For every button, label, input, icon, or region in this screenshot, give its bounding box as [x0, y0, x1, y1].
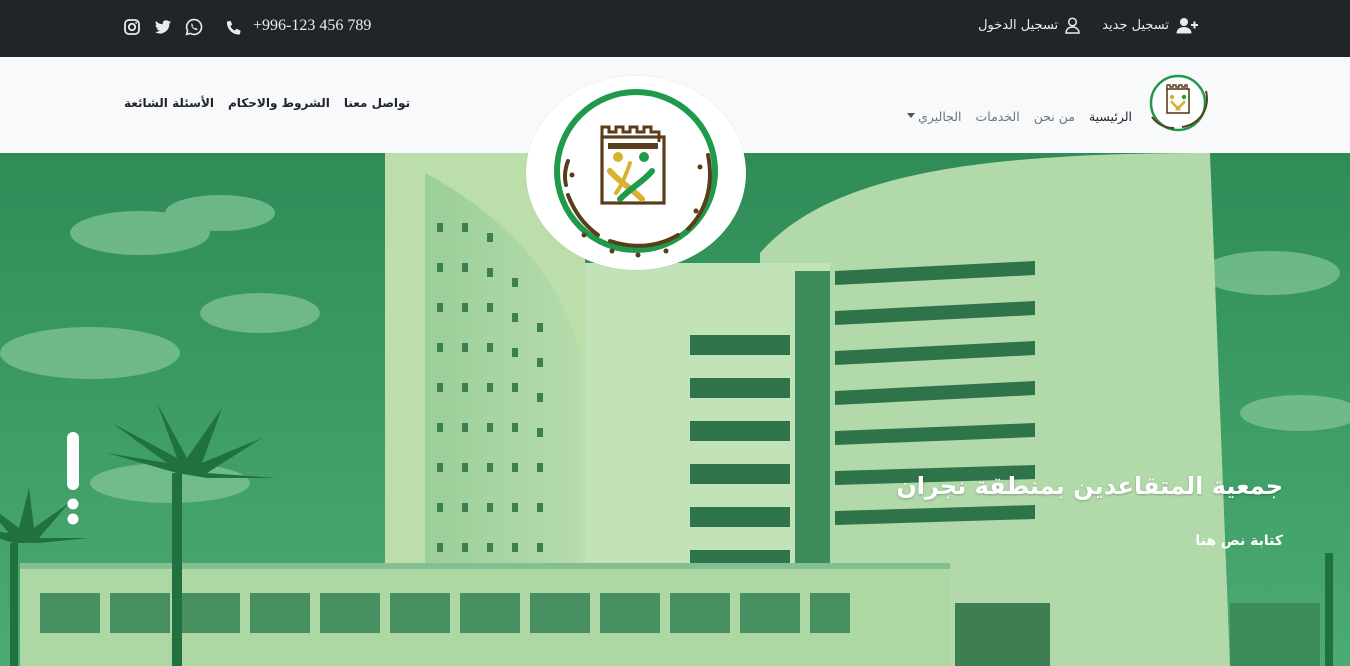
- whatsapp-icon[interactable]: [185, 18, 203, 36]
- user-plus-icon: [1176, 18, 1198, 34]
- scroll-down-indicator-icon[interactable]: [66, 432, 80, 527]
- register-link[interactable]: تسجيل جديد: [1102, 17, 1198, 34]
- retirees-association-logo: [554, 89, 718, 258]
- nav-home[interactable]: الرئيسية: [1089, 109, 1132, 124]
- hero-subtitle: كتابة نص هنا: [1195, 533, 1283, 549]
- instagram-icon[interactable]: [123, 18, 141, 36]
- chevron-down-icon: [907, 112, 916, 118]
- brand-logo-small[interactable]: [1146, 71, 1218, 143]
- nav-services[interactable]: الخدمات: [976, 109, 1020, 124]
- nav-right: الرئيسية من نحن الخدمات الجاليري: [907, 71, 1218, 143]
- nav-about[interactable]: من نحن: [1034, 109, 1075, 124]
- twitter-icon[interactable]: [154, 18, 172, 36]
- register-label: تسجيل جديد: [1102, 18, 1169, 33]
- hero-title: جمعية المتقاعدين بمنطقة نجران: [896, 472, 1283, 500]
- login-link[interactable]: تسجيل الدخول: [978, 17, 1080, 34]
- user-icon: [1065, 17, 1080, 34]
- brand-logo-large[interactable]: [526, 76, 746, 270]
- top-bar: +996-123 456 789 تسجيل جديد تسجيل الدخول: [0, 0, 1350, 57]
- login-label: تسجيل الدخول: [978, 18, 1059, 33]
- nav-gallery-label: الجاليري: [918, 108, 962, 124]
- nav-faq[interactable]: الأسئلة الشائعة: [124, 96, 214, 110]
- phone-icon: [226, 20, 241, 34]
- social-links: [123, 18, 203, 36]
- nav-left: الأسئلة الشائعة الشروط والاحكام تواصل مع…: [124, 96, 410, 110]
- nav-contact[interactable]: تواصل معنا: [344, 96, 410, 110]
- nav-gallery-dropdown[interactable]: الجاليري: [907, 108, 962, 124]
- auth-links: تسجيل جديد تسجيل الدخول: [978, 17, 1198, 34]
- nav-terms[interactable]: الشروط والاحكام: [228, 96, 330, 110]
- phone-number: +996-123 456 789: [253, 17, 372, 34]
- phone-contact[interactable]: +996-123 456 789: [224, 17, 371, 35]
